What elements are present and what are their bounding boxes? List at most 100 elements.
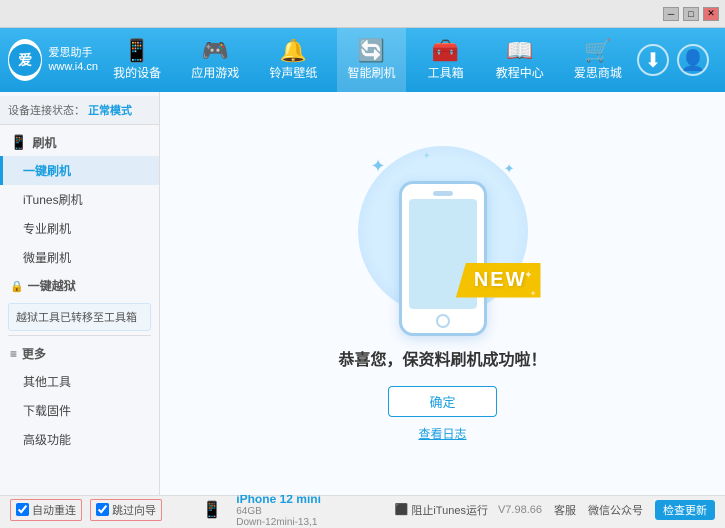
status-value: 正常模式 [88, 105, 132, 117]
ringtone-label: 铃声壁纸 [269, 64, 317, 81]
device-model: Down-12mini-13,1 [236, 517, 384, 528]
title-bar: ─ □ ✕ [0, 0, 725, 28]
nav-apps[interactable]: 🎮 应用游戏 [181, 28, 249, 92]
ribbon-star1: ✦ [524, 270, 532, 281]
sparkle-right: ✦ [504, 161, 515, 177]
more-group-title: ≡ 更多 [0, 340, 159, 367]
download-firmware-label: 下载固件 [23, 404, 71, 418]
sidebar-divider [8, 335, 151, 336]
logo-icon: 爱 [9, 44, 41, 76]
my-device-icon: 📱 [123, 40, 150, 62]
device-info-section: 📱 iPhone 12 mini 64GB Down-12mini-13,1 [202, 492, 384, 528]
main-area: 设备连接状态： 正常模式 📱 刷机 一键刷机 iTunes刷机 专业刷机 微量刷… [0, 92, 725, 495]
sidebar-item-other-tools[interactable]: 其他工具 [0, 367, 159, 396]
service-link[interactable]: 客服 [554, 502, 576, 518]
stop-itunes-btn[interactable]: ⬛ 阻止iTunes运行 [395, 502, 488, 518]
update-btn[interactable]: 检查更新 [655, 500, 715, 520]
bottom-right: V7.98.66 客服 微信公众号 检查更新 [498, 500, 715, 520]
window-controls: ─ □ ✕ [663, 7, 719, 21]
lock-icon: 🔒 [10, 280, 24, 293]
stop-itunes-label: 阻止iTunes运行 [411, 502, 488, 518]
sparkle-top: ✦ [423, 151, 431, 162]
jailbreak-info-text: 越狱工具已转移至工具箱 [16, 309, 137, 325]
logo-url: www.i4.cn [48, 60, 98, 74]
download-btn[interactable]: ⬇ [637, 44, 669, 76]
minimize-btn[interactable]: ─ [663, 7, 679, 21]
success-text: 恭喜您，保资料刷机成功啦！ [338, 346, 546, 370]
hero-area: ✦ ✦ ✦ NEW ✦ ✦ [343, 146, 543, 336]
smart-shop-icon: 🔄 [358, 40, 385, 62]
toolbox-label: 工具箱 [428, 64, 464, 81]
flash-group-title: 📱 刷机 [0, 129, 159, 156]
jailbreak-info-box: 越狱工具已转移至工具箱 [8, 303, 151, 331]
nav-right: ⬇ 👤 [637, 44, 717, 76]
nav-shop[interactable]: 🛒 爱思商城 [564, 28, 632, 92]
sidebar: 设备连接状态： 正常模式 📱 刷机 一键刷机 iTunes刷机 专业刷机 微量刷… [0, 92, 160, 495]
smart-shop-label: 智能刷机 [347, 64, 395, 81]
user-btn[interactable]: 👤 [677, 44, 709, 76]
version-text: V7.98.66 [498, 504, 542, 516]
jailbreak-label: 一键越狱 [28, 277, 76, 294]
confirm-button[interactable]: 确定 [388, 386, 496, 417]
shop-icon: 🛒 [584, 40, 611, 62]
bottom-bar: 自动重连 跳过向导 📱 iPhone 12 mini 64GB Down-12m… [0, 495, 725, 523]
phone-home-btn [436, 314, 450, 328]
flash-group-label: 刷机 [32, 134, 56, 151]
nav-my-device[interactable]: 📱 我的设备 [103, 28, 171, 92]
micro-flash-label: 微量刷机 [23, 251, 71, 265]
tutorials-icon: 📖 [506, 40, 533, 62]
advanced-label: 高级功能 [23, 433, 71, 447]
phone-notch [433, 191, 453, 196]
logo-area: 爱 爱思助手 www.i4.cn [8, 39, 98, 81]
tutorials-label: 教程中心 [496, 64, 544, 81]
illustration-container: ✦ ✦ ✦ NEW ✦ ✦ [343, 146, 543, 336]
more-group-label: 更多 [22, 345, 46, 362]
stop-itunes-icon: ⬛ [395, 503, 409, 516]
sidebar-item-itunes-flash[interactable]: iTunes刷机 [0, 185, 159, 214]
flash-group-icon: 📱 [10, 134, 27, 151]
phone-body [399, 181, 487, 336]
view-log-link[interactable]: 查看日志 [418, 425, 466, 442]
auto-reconnect-input[interactable] [16, 503, 29, 516]
toolbox-icon: 🧰 [432, 40, 459, 62]
nav-smart-shop[interactable]: 🔄 智能刷机 [337, 28, 405, 92]
auto-reconnect-label: 自动重连 [32, 502, 76, 518]
apps-icon: 🎮 [202, 40, 229, 62]
skip-wizard-input[interactable] [96, 503, 109, 516]
logo-text: 爱思助手 www.i4.cn [48, 46, 98, 75]
auto-reconnect-checkbox[interactable]: 自动重连 [10, 499, 82, 521]
nav-ringtone[interactable]: 🔔 铃声壁纸 [259, 28, 327, 92]
skip-wizard-checkbox[interactable]: 跳过向导 [90, 499, 162, 521]
pro-flash-label: 专业刷机 [23, 222, 71, 236]
close-btn[interactable]: ✕ [703, 7, 719, 21]
wechat-link[interactable]: 微信公众号 [588, 502, 643, 518]
sidebar-item-one-click-flash[interactable]: 一键刷机 [0, 156, 159, 185]
sparkle-left: ✦ [371, 156, 386, 177]
nav-items: 📱 我的设备 🎮 应用游戏 🔔 铃声壁纸 🔄 智能刷机 🧰 工具箱 📖 教程中心… [98, 28, 637, 92]
sidebar-item-advanced[interactable]: 高级功能 [0, 425, 159, 454]
other-tools-label: 其他工具 [23, 375, 71, 389]
ringtone-icon: 🔔 [280, 40, 307, 62]
my-device-label: 我的设备 [113, 64, 161, 81]
bottom-left: 自动重连 跳过向导 [10, 499, 192, 521]
sidebar-item-download-firmware[interactable]: 下载固件 [0, 396, 159, 425]
sidebar-item-pro-flash[interactable]: 专业刷机 [0, 214, 159, 243]
maximize-btn[interactable]: □ [683, 7, 699, 21]
skip-wizard-label: 跳过向导 [112, 502, 156, 518]
logo-circle: 爱 [8, 39, 42, 81]
content-pane: ✦ ✦ ✦ NEW ✦ ✦ 恭喜您，保资料刷机成功啦！ [160, 92, 725, 495]
top-nav: 爱 爱思助手 www.i4.cn 📱 我的设备 🎮 应用游戏 🔔 铃声壁纸 🔄 … [0, 28, 725, 92]
jailbreak-group-title: 🔒 一键越狱 [0, 272, 159, 299]
device-detail: 64GB [236, 506, 384, 517]
nav-toolbox[interactable]: 🧰 工具箱 [416, 28, 476, 92]
one-click-flash-label: 一键刷机 [23, 164, 71, 178]
itunes-flash-label: iTunes刷机 [23, 193, 83, 207]
device-capacity: 64GB [236, 506, 262, 517]
sidebar-item-micro-flash[interactable]: 微量刷机 [0, 243, 159, 272]
logo-name: 爱思助手 [48, 46, 98, 60]
nav-tutorials[interactable]: 📖 教程中心 [486, 28, 554, 92]
status-label: 设备连接状态： [8, 105, 85, 117]
more-icon: ≡ [10, 347, 17, 361]
connection-status: 设备连接状态： 正常模式 [0, 96, 159, 125]
device-icon: 📱 [202, 500, 222, 520]
